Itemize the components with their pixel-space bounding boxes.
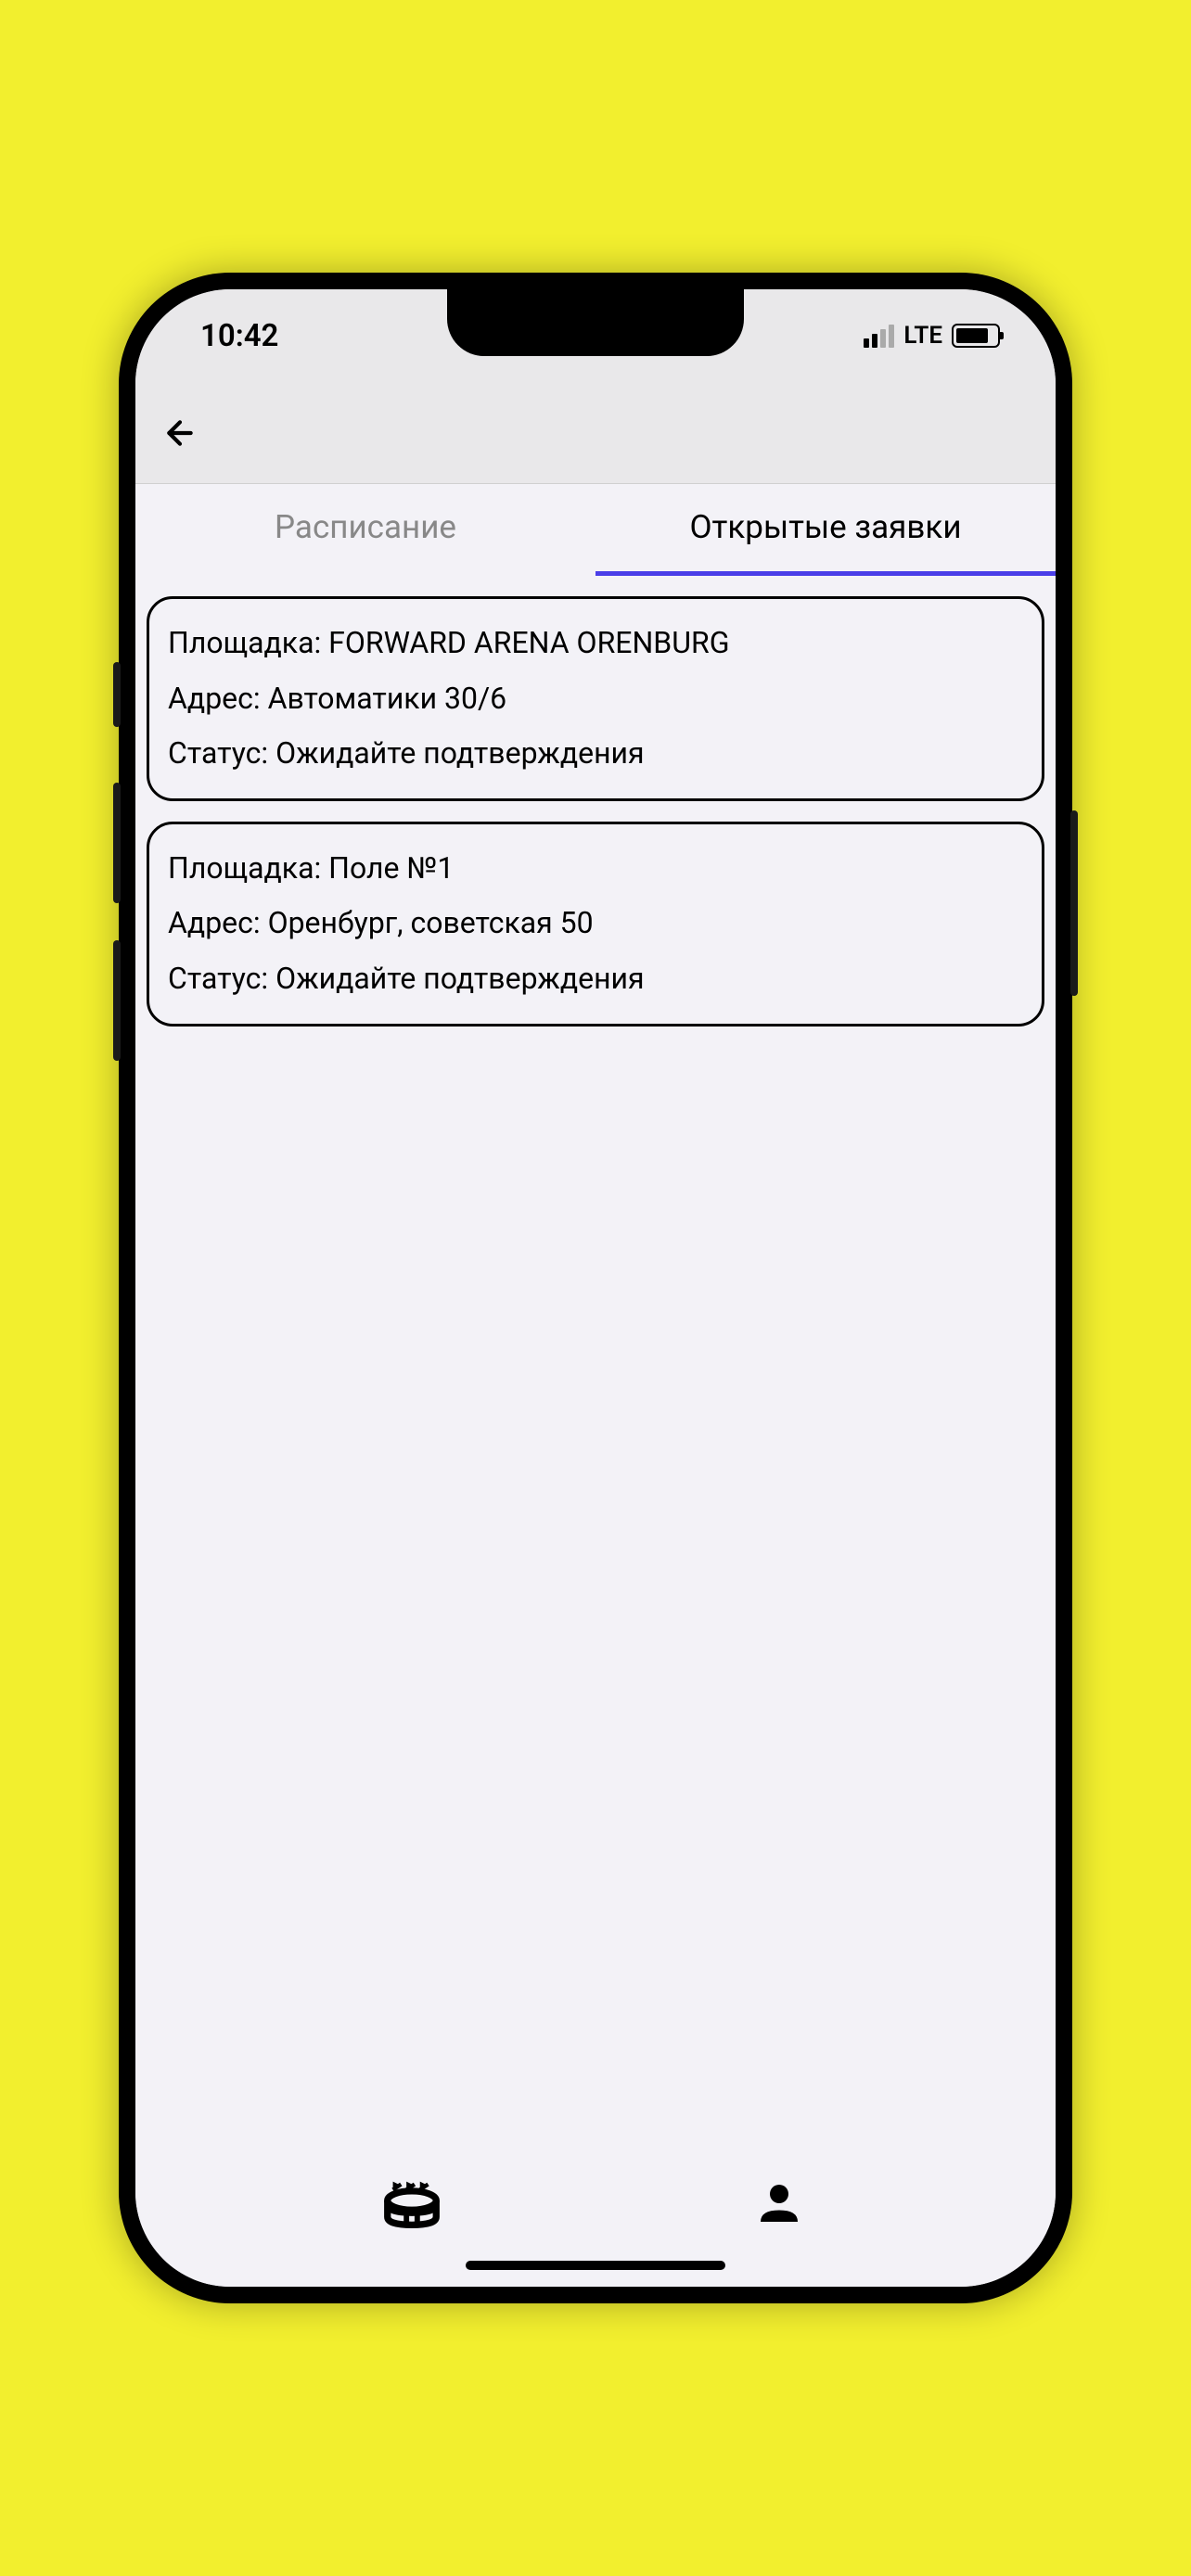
content-area[interactable]: Площадка: FORWARD ARENA ORENBURG Адрес: … bbox=[135, 576, 1056, 2148]
notch bbox=[447, 289, 744, 356]
volume-up-button bbox=[113, 783, 121, 903]
stadium-icon bbox=[379, 2171, 444, 2236]
volume-down-button bbox=[113, 940, 121, 1061]
card-address-row: Адрес: Автоматики 30/6 bbox=[168, 671, 1023, 727]
card-status-row: Статус: Ожидайте подтверждения bbox=[168, 726, 1023, 782]
status-label: Статус: bbox=[168, 961, 268, 996]
nav-arena-button[interactable] bbox=[375, 2166, 449, 2240]
phone-frame: 10:42 LTE bbox=[119, 273, 1072, 2303]
card-venue-row: Площадка: Поле №1 bbox=[168, 841, 1023, 897]
venue-label: Площадка: bbox=[168, 850, 321, 886]
status-right: LTE bbox=[864, 322, 1000, 350]
status-time: 10:42 bbox=[200, 318, 278, 354]
status-label: Статус: bbox=[168, 735, 268, 771]
battery-icon bbox=[952, 324, 1000, 348]
card-status-row: Статус: Ожидайте подтверждения bbox=[168, 951, 1023, 1007]
request-card[interactable]: Площадка: Поле №1 Адрес: Оренбург, совет… bbox=[147, 822, 1044, 1027]
card-address-row: Адрес: Оренбург, советская 50 bbox=[168, 896, 1023, 951]
status-value: Ожидайте подтверждения bbox=[275, 961, 645, 996]
arrow-left-icon bbox=[161, 414, 198, 452]
home-indicator[interactable] bbox=[466, 2261, 725, 2270]
card-venue-row: Площадка: FORWARD ARENA ORENBURG bbox=[168, 616, 1023, 671]
venue-label: Площадка: bbox=[168, 625, 321, 660]
status-value: Ожидайте подтверждения bbox=[275, 735, 645, 771]
back-button[interactable] bbox=[158, 411, 202, 455]
address-value: Автоматики 30/6 bbox=[268, 681, 507, 716]
request-card[interactable]: Площадка: FORWARD ARENA ORENBURG Адрес: … bbox=[147, 596, 1044, 801]
tab-schedule[interactable]: Расписание bbox=[135, 484, 596, 576]
tab-open-requests[interactable]: Открытые заявки bbox=[596, 484, 1056, 576]
network-type: LTE bbox=[903, 322, 942, 350]
tabs: Расписание Открытые заявки bbox=[135, 484, 1056, 576]
venue-value: Поле №1 bbox=[328, 850, 454, 886]
venue-value: FORWARD ARENA ORENBURG bbox=[328, 625, 729, 660]
header-bar bbox=[135, 382, 1056, 484]
phone-screen: 10:42 LTE bbox=[135, 289, 1056, 2287]
mute-switch bbox=[113, 662, 121, 727]
address-label: Адрес: bbox=[168, 681, 261, 716]
address-value: Оренбург, советская 50 bbox=[268, 905, 594, 940]
nav-profile-button[interactable] bbox=[742, 2166, 816, 2240]
person-icon bbox=[751, 2175, 807, 2231]
address-label: Адрес: bbox=[168, 905, 261, 940]
power-button bbox=[1070, 810, 1078, 996]
signal-icon bbox=[864, 325, 894, 348]
